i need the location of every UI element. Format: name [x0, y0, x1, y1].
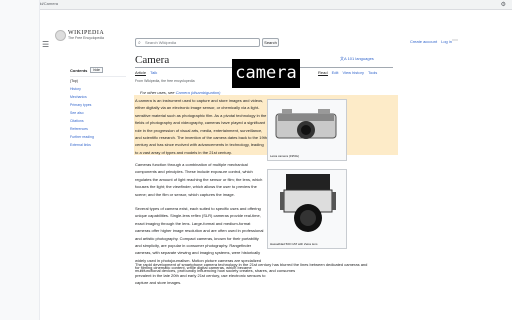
page-title: Camera: [135, 54, 170, 66]
search-button[interactable]: Search: [262, 38, 279, 47]
hasselblad-camera-image: [280, 174, 336, 232]
wordmark-tagline: The Free Encyclopedia: [68, 36, 104, 40]
left-gutter: [0, 0, 40, 320]
main-menu-icon[interactable]: ☰: [42, 40, 49, 49]
browser-address-bar[interactable]: en.wikipedia.org/wiki/Camera ⚙: [0, 0, 512, 10]
toc-item-references[interactable]: References: [70, 127, 126, 131]
figure-1-caption: Leica camera (1950s): [270, 154, 300, 158]
search-placeholder: Search Wikipedia: [145, 40, 177, 45]
leica-camera-image: [275, 109, 337, 139]
toc-item-top[interactable]: (Top): [70, 79, 126, 83]
toc-item-mechanics[interactable]: Mechanics: [70, 95, 126, 99]
log-in-link[interactable]: Log in: [441, 39, 452, 44]
wordmark[interactable]: WIKIPEDIA The Free Encyclopedia: [68, 30, 104, 40]
user-links: Create account Log in: [410, 39, 452, 44]
toc-item-citations[interactable]: Citations: [70, 119, 126, 123]
tab-talk[interactable]: Talk: [150, 70, 157, 76]
figure-2-caption: Hasselblad 500 C/M with Zeiss lens: [270, 242, 318, 246]
languages-button[interactable]: 文A 101 languages: [340, 56, 374, 62]
tab-tools[interactable]: Tools: [368, 70, 377, 76]
paragraph-2: Cameras function through a combination o…: [135, 162, 263, 197]
camera-overlay-label: camera: [232, 59, 300, 88]
gear-icon[interactable]: ⚙: [501, 1, 506, 8]
toc-item-primary-types[interactable]: Primary types: [70, 103, 126, 107]
paragraph-4: The rapid development of smartphone came…: [135, 262, 368, 273]
languages-label: 101 languages: [347, 56, 374, 61]
namespace-tabs: Article Talk: [135, 70, 157, 76]
leica-camera-figure[interactable]: Leica camera (1950s): [267, 99, 347, 161]
create-account-link[interactable]: Create account: [410, 39, 437, 44]
toc-hide-button[interactable]: hide: [90, 67, 103, 73]
tab-edit[interactable]: Edit: [332, 70, 339, 76]
from-wikipedia-line: From Wikipedia, the free encyclopedia: [135, 79, 195, 83]
toc-heading: Contents: [70, 67, 88, 73]
toc-item-external-links[interactable]: External links: [70, 143, 126, 147]
wikipedia-globe-logo[interactable]: [55, 30, 66, 41]
search-input[interactable]: ⌕ Search Wikipedia: [135, 38, 260, 47]
table-of-contents: Contents hide (Top) History Mechanics Pr…: [70, 67, 126, 151]
toc-item-further-reading[interactable]: Further reading: [70, 135, 126, 139]
intro-paragraph: A camera is an instrument used to captur…: [135, 98, 268, 155]
page: en.wikipedia.org/wiki/Camera ⚙ ☰ WIKIPED…: [0, 0, 512, 320]
tab-view-history[interactable]: View history: [342, 70, 364, 76]
search-icon: ⌕: [138, 40, 141, 46]
tab-read[interactable]: Read: [318, 70, 328, 76]
paragraph-3: Several types of camera exist, each suit…: [135, 206, 266, 286]
toc-item-history[interactable]: History: [70, 87, 126, 91]
hasselblad-camera-figure[interactable]: Hasselblad 500 C/M with Zeiss lens: [267, 169, 347, 249]
view-tabs: Read Edit View history Tools: [318, 70, 377, 76]
tab-article[interactable]: Article: [135, 70, 147, 76]
more-options-icon[interactable]: ⋯: [452, 37, 458, 44]
toc-item-see-also[interactable]: See also: [70, 111, 126, 115]
